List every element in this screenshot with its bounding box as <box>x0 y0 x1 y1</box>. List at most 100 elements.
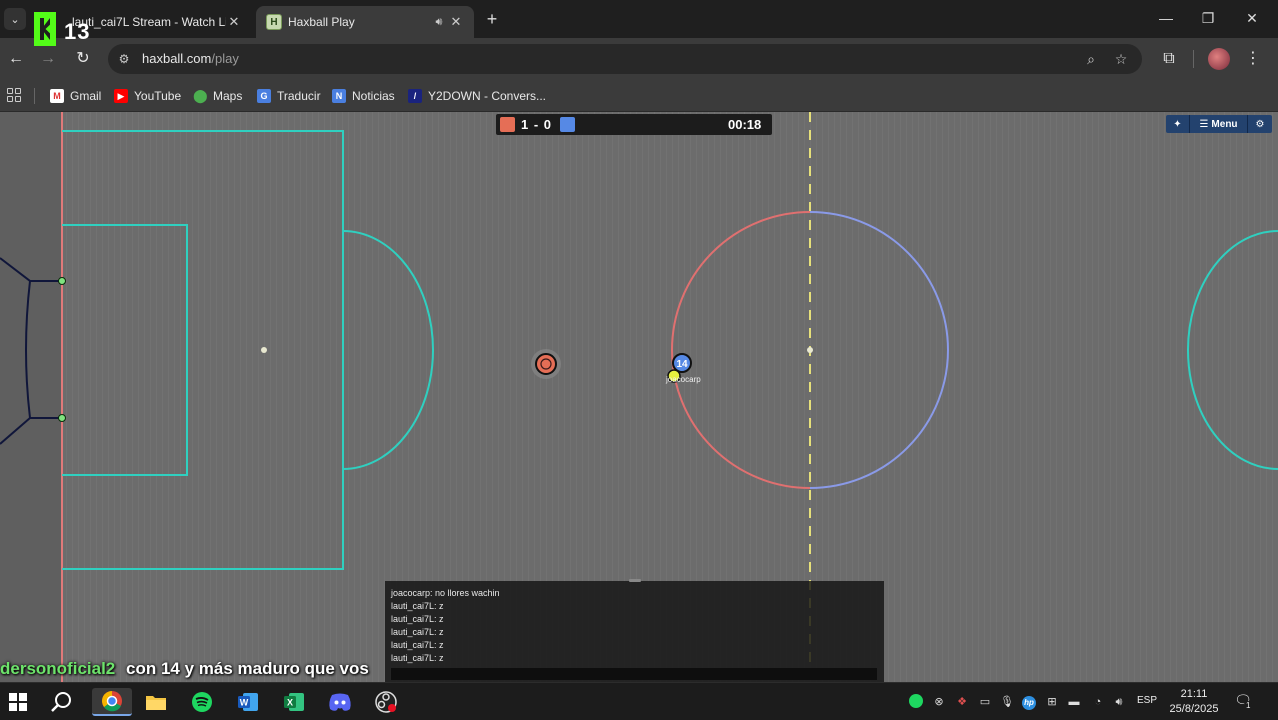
address-bar[interactable]: ⚙ haxball.com/play ⌕ ☆ <box>108 44 1142 74</box>
tray-spotify-icon[interactable] <box>908 694 924 710</box>
tray-hp-icon[interactable]: hp <box>1021 694 1037 710</box>
bookmark-label: Traducir <box>277 89 321 103</box>
tray-app-icon[interactable]: ❖ <box>954 694 970 710</box>
plus-icon: + <box>486 9 498 29</box>
scoreboard: 1 - 0 00:18 <box>496 114 772 135</box>
taskbar-spotify[interactable] <box>188 688 216 716</box>
back-button[interactable]: ← <box>4 47 28 71</box>
speaker-icon[interactable]: 🔊︎ <box>430 16 448 29</box>
settings-button[interactable]: ⚙ <box>1248 115 1272 133</box>
spotify-icon <box>192 692 212 712</box>
taskbar-obs[interactable] <box>372 688 400 716</box>
tray-battery-icon[interactable]: ▬ <box>1066 694 1082 710</box>
bookmark-traducir[interactable]: G Traducir <box>257 86 321 106</box>
chat-resize-handle[interactable] <box>629 579 641 582</box>
browser-tab-strip: ⌄ lauti_cai7L Stream - Watch Live ✕ H Ha… <box>0 0 1278 38</box>
browser-toolbar: ← → ↻ ⚙ haxball.com/play ⌕ ☆ ⧉ ⋮ <box>0 38 1278 80</box>
clock-date: 25/8/2025 <box>1169 703 1219 715</box>
zoom-icon[interactable]: ⌕ <box>1082 50 1100 68</box>
profile-avatar[interactable] <box>1208 48 1230 70</box>
blue-player-number: 14 <box>676 359 688 370</box>
red-team-badge <box>500 117 515 132</box>
notification-center-button[interactable]: 🗨︎ 1 <box>1234 692 1253 710</box>
clock-time: 21:11 <box>1180 688 1208 700</box>
browser-menu-button[interactable]: ⋮ <box>1241 47 1265 71</box>
reload-icon: ↻ <box>76 50 90 67</box>
notification-count: 1 <box>1244 701 1253 710</box>
taskbar-word[interactable]: W <box>234 688 262 716</box>
outside-area <box>0 112 62 682</box>
gear-icon: ⚙ <box>1255 118 1265 130</box>
chat-message: joacocarp: no llores wachin <box>391 588 500 598</box>
overlay-message: con 14 y más maduro que vos <box>126 659 369 678</box>
chat-message: lauti_cai7L: z <box>391 653 444 663</box>
kebab-menu-icon: ⋮ <box>1245 50 1261 67</box>
bookmark-label: YouTube <box>134 89 182 103</box>
system-clock[interactable]: 21:11 25/8/2025 <box>1166 687 1222 717</box>
bookmark-noticias[interactable]: N Noticias <box>332 86 395 106</box>
discord-icon <box>329 693 351 711</box>
minimize-button[interactable]: — <box>1146 6 1186 30</box>
search-icon <box>51 692 71 712</box>
url-host: haxball.com <box>142 51 212 66</box>
taskbar-file-explorer[interactable] <box>142 688 170 716</box>
chrome-icon <box>102 691 122 712</box>
bookmark-star-icon[interactable]: ☆ <box>1112 50 1130 68</box>
haxball-favicon-icon: H <box>266 14 282 30</box>
chat-message: lauti_cai7L: z <box>391 601 444 611</box>
folder-icon <box>146 696 166 710</box>
overlay-username: dersonoficial2 <box>0 659 116 678</box>
tray-drive-icon[interactable]: ▭ <box>977 694 993 710</box>
bookmark-label: Y2DOWN - Convers... <box>428 89 547 103</box>
new-tab-button[interactable]: + <box>482 8 502 30</box>
tray-wifi-icon[interactable]: ◔ <box>1090 694 1106 710</box>
reload-button[interactable]: ↻ <box>71 47 95 71</box>
start-button[interactable] <box>4 688 32 716</box>
bookmark-y2down[interactable]: / Y2DOWN - Convers... <box>408 86 546 106</box>
bookmark-youtube[interactable]: ▶ YouTube <box>114 86 181 106</box>
menu-button[interactable]: ☰ Menu <box>1190 115 1248 133</box>
url-path: /play <box>211 51 239 66</box>
blue-team-badge <box>560 117 575 132</box>
tray-microphone-icon[interactable]: 🎙︎ <box>999 694 1015 710</box>
extensions-button[interactable]: ⧉ <box>1157 47 1181 71</box>
bookmark-maps[interactable]: ⬤ Maps <box>193 86 242 106</box>
tray-volume-icon[interactable]: 🔊︎ <box>1111 694 1127 710</box>
fullscreen-button[interactable]: ✦ <box>1166 115 1190 133</box>
forward-button[interactable]: → <box>36 47 60 71</box>
close-window-button[interactable]: ✕ <box>1232 6 1272 30</box>
match-timer: 00:18 <box>728 117 762 132</box>
y2down-icon: / <box>408 89 422 103</box>
tray-xbox-icon[interactable]: ⊗ <box>931 694 947 710</box>
input-language[interactable]: ESP <box>1137 695 1157 706</box>
bookmark-label: Gmail <box>70 89 102 103</box>
taskbar-chrome[interactable] <box>92 688 132 716</box>
map-pin-icon: ⬤ <box>193 88 208 103</box>
bookmark-gmail[interactable]: M Gmail <box>50 86 101 106</box>
search-button[interactable] <box>48 688 76 716</box>
red-player <box>535 353 557 375</box>
close-icon[interactable]: ✕ <box>448 14 464 30</box>
excel-icon: X <box>284 693 304 711</box>
windows-taskbar: W X ⊗ ❖ ▭ 🎙︎ hp ⊞ ▬ ◔ 🔊︎ ESP 21:11 25/8/… <box>0 682 1278 720</box>
restore-button[interactable]: ❐ <box>1188 6 1228 30</box>
site-settings-icon[interactable]: ⚙ <box>116 51 132 67</box>
goal-post-bottom <box>58 414 66 422</box>
close-icon[interactable]: ✕ <box>226 14 242 30</box>
taskbar-discord[interactable] <box>326 688 354 716</box>
url-text[interactable]: haxball.com/play <box>142 51 239 66</box>
svg-text:W: W <box>240 698 249 708</box>
apps-grid-icon[interactable] <box>7 88 21 102</box>
taskbar-excel[interactable]: X <box>280 688 308 716</box>
kick-overlay-number: 13 <box>64 19 91 44</box>
penalty-spot <box>261 347 267 353</box>
chat-input[interactable] <box>391 668 877 680</box>
tray-network-icon[interactable]: ⊞ <box>1044 694 1060 710</box>
tab-search-button[interactable]: ⌄ <box>4 8 26 30</box>
bookmarks-bar: M Gmail ▶ YouTube ⬤ Maps G Traducir N No… <box>0 80 1278 112</box>
news-icon: N <box>332 89 346 103</box>
hamburger-icon: ☰ <box>1199 118 1209 130</box>
score-text: 1 - 0 <box>521 117 553 132</box>
tab-haxball[interactable]: H Haxball Play 🔊︎ ✕ <box>256 6 474 38</box>
haxball-menu-bar: ✦ ☰ Menu ⚙ <box>1166 115 1272 133</box>
